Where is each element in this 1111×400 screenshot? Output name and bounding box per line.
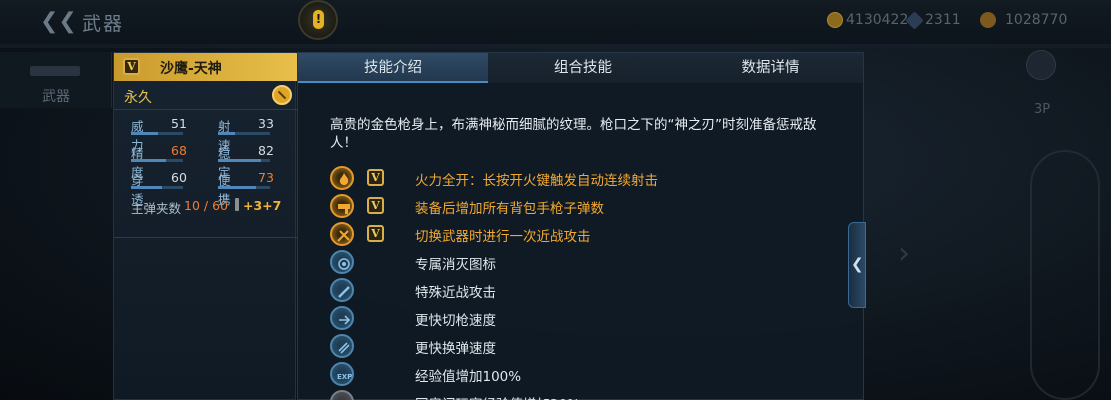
melee-swap-icon [330, 222, 354, 246]
weapon-duration: 永久 [124, 90, 152, 106]
stat-bar [218, 186, 270, 189]
weapon-name: 沙鹰-天神 [160, 61, 222, 77]
sidebar-weapon-label: 武器 [42, 89, 70, 105]
tab-combo-skill[interactable]: 组合技能 [488, 53, 678, 83]
skill-text: 专属消灭图标 [415, 257, 496, 273]
quick-swap-icon [330, 306, 354, 330]
collapse-panel-button[interactable]: ❮ [848, 222, 866, 308]
page-title: 武器 [82, 13, 125, 35]
ammo-bonus: +3+7 [243, 198, 282, 213]
stat-bar [131, 159, 183, 162]
skill-text: 特殊近战攻击 [415, 285, 496, 301]
stat-value: 51 [171, 116, 187, 131]
ammo-value: 10 / 60 [184, 198, 228, 213]
medal-amount: 1028770 [1005, 12, 1068, 28]
weapon-description: 高贵的金色枪身上，布满神秘而细腻的纹理。枪口之下的“神之刃”时刻准备惩戒敌人！ [330, 117, 817, 151]
knife-icon [330, 278, 354, 302]
exp-icon: EXP [330, 362, 354, 386]
stat-value: 82 [258, 143, 274, 158]
rifle-icon [30, 66, 80, 76]
vip-badge-icon: V [367, 169, 384, 186]
diamond-amount: 2311 [925, 12, 961, 28]
view-mode-label: 3P [1034, 102, 1051, 117]
stat-value: 68 [171, 143, 187, 158]
target-silhouette [1030, 150, 1100, 400]
vip-badge-icon: V [367, 197, 384, 214]
chevron-left-icon: ❮ [851, 255, 864, 273]
skill-text: 更快切枪速度 [415, 313, 496, 329]
skill-text: 装备后增加所有背包手枪子弹数 [415, 201, 604, 217]
tab-skill-intro[interactable]: 技能介绍 [298, 53, 488, 83]
tab-data-details[interactable]: 数据详情 [678, 53, 863, 83]
divider [114, 237, 297, 238]
bullet-icon [235, 198, 239, 211]
vip-badge-icon: V [123, 58, 140, 75]
bg-divider [0, 44, 1111, 48]
stat-bar [218, 159, 270, 162]
skill-text: 同房间玩家经验值增加20% [415, 393, 580, 400]
divider [114, 109, 297, 110]
skill-text: 切换武器时进行一次近战攻击 [415, 229, 591, 245]
fire-icon [330, 166, 354, 190]
stat-value: 73 [258, 170, 274, 185]
back-arrow-icon[interactable]: ❮❮ [40, 10, 77, 34]
alert-button[interactable]: ! [298, 0, 338, 40]
medal-icon [980, 12, 996, 28]
svg-text:EXP: EXP [337, 373, 352, 381]
ammo-label: 主弹夹数 [131, 201, 182, 216]
tab-bar: 技能介绍 组合技能 数据详情 [298, 53, 863, 83]
stat-value: 60 [171, 170, 187, 185]
permanent-icon [272, 85, 292, 105]
weapon-header: V 沙鹰-天神 [114, 53, 297, 81]
top-bar: ❮❮ 武器 ! 4130422 2311 1028770 [0, 0, 1111, 44]
skill-text: 更快换弹速度 [415, 341, 496, 357]
stat-bar [218, 132, 270, 135]
reload-icon [330, 334, 354, 358]
stat-value: 33 [258, 116, 274, 131]
chevron-right-icon[interactable]: › [898, 236, 910, 271]
bonus-exp-icon [330, 390, 354, 400]
skill-text: 火力全开：长按开火键触发自动连续射击 [415, 173, 658, 189]
vip-badge-icon: V [367, 225, 384, 242]
stat-bar [131, 132, 183, 135]
gold-coin-icon [827, 12, 843, 28]
weapon-detail-panel: 技能介绍 组合技能 数据详情 高贵的金色枪身上，布满神秘而细腻的纹理。枪口之下的… [297, 52, 864, 400]
weapon-stats-panel: V 沙鹰-天神 永久 威力 51 射速 33 精度 68 稳定 82 穿透 60 便携 73 主弹夹数… [113, 52, 297, 400]
kill-mark-icon [330, 250, 354, 274]
view-toggle-icon[interactable] [1026, 50, 1056, 80]
stat-bar [131, 186, 183, 189]
exclamation-icon: ! [313, 10, 324, 29]
gold-amount: 4130422 [846, 12, 909, 28]
pistol-ammo-icon [330, 194, 354, 218]
skill-text: 经验值增加100% [415, 369, 522, 385]
